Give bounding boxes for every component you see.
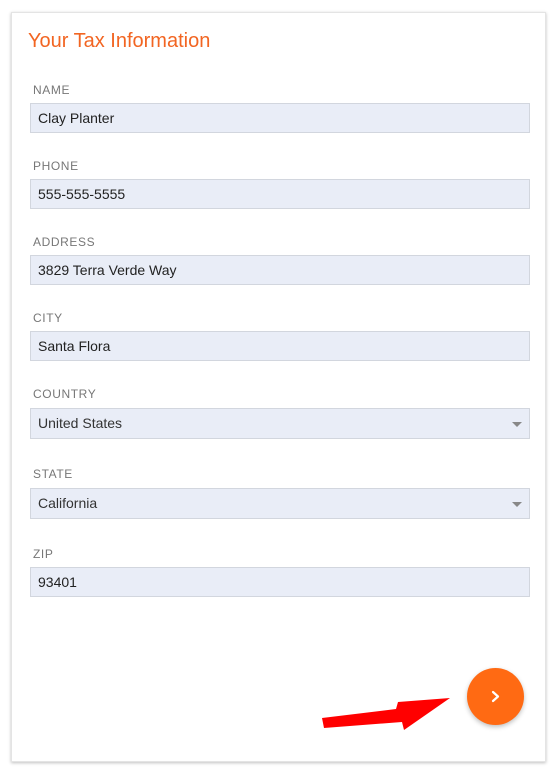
city-label: CITY bbox=[33, 311, 63, 325]
address-input[interactable] bbox=[30, 255, 530, 285]
state-label: STATE bbox=[33, 467, 73, 481]
name-field-group: NAME bbox=[30, 83, 530, 133]
tax-info-card: Your Tax Information NAME PHONE ADDRESS … bbox=[11, 12, 546, 762]
state-field-group: STATE California bbox=[30, 467, 530, 519]
country-selected-value: United States bbox=[38, 415, 123, 431]
phone-input[interactable] bbox=[30, 179, 530, 209]
page-title: Your Tax Information bbox=[28, 30, 211, 52]
chevron-down-icon bbox=[512, 422, 522, 427]
next-button[interactable] bbox=[467, 668, 524, 725]
name-input[interactable] bbox=[30, 103, 530, 133]
red-arrow-icon bbox=[322, 698, 450, 730]
state-select[interactable]: California bbox=[30, 488, 530, 519]
state-selected-value: California bbox=[38, 495, 98, 511]
chevron-right-icon bbox=[491, 690, 500, 703]
city-input[interactable] bbox=[30, 331, 530, 361]
name-label: NAME bbox=[33, 83, 71, 97]
city-field-group: CITY bbox=[30, 311, 530, 361]
zip-label: ZIP bbox=[33, 547, 54, 561]
address-label: ADDRESS bbox=[33, 235, 96, 249]
zip-input[interactable] bbox=[30, 567, 530, 597]
zip-field-group: ZIP bbox=[30, 547, 530, 597]
chevron-down-icon bbox=[512, 502, 522, 507]
country-select[interactable]: United States bbox=[30, 408, 530, 439]
phone-field-group: PHONE bbox=[30, 159, 530, 209]
phone-label: PHONE bbox=[33, 159, 79, 173]
address-field-group: ADDRESS bbox=[30, 235, 530, 285]
country-field-group: COUNTRY United States bbox=[30, 387, 530, 439]
country-label: COUNTRY bbox=[33, 387, 97, 401]
